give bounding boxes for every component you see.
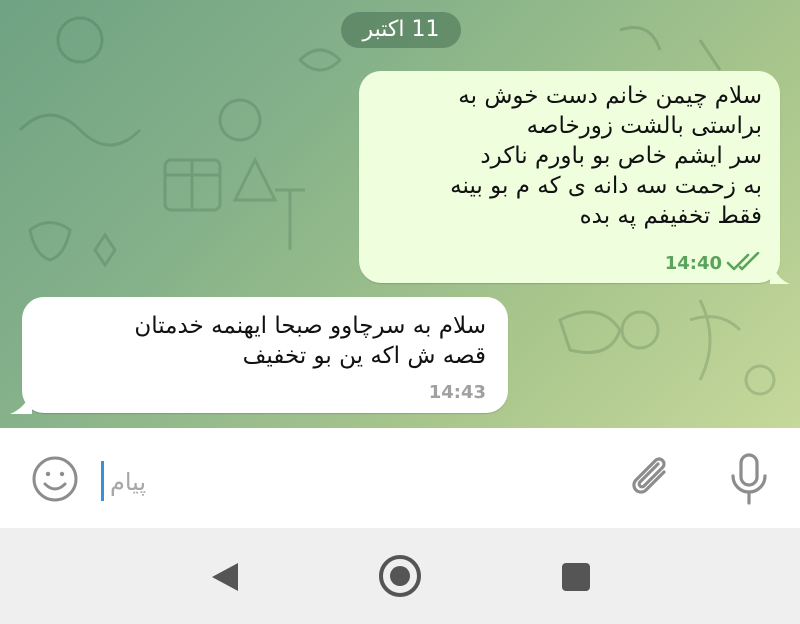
incoming-bubble-tail — [10, 390, 32, 414]
recent-square-icon[interactable] — [561, 562, 591, 592]
outgoing-bubble-tail — [770, 258, 790, 284]
smiley-icon[interactable] — [30, 454, 80, 504]
incoming-message[interactable]: سلام به سرچاوو صبحا ایهنمه خدمتان قصه ش … — [22, 297, 508, 413]
message-text: سلام به سرچاوو صبحا ایهنمه خدمتان قصه ش … — [134, 313, 486, 369]
message-time: 14:40 — [664, 253, 722, 274]
message-text: سلام چیمن خانم دست خوش به براستی بالشت ز… — [450, 83, 762, 229]
chat-background: 11 اکتبر سلام چیمن خانم دست خوش به براست… — [0, 0, 800, 428]
microphone-icon[interactable] — [726, 452, 772, 508]
double-check-icon — [726, 252, 760, 271]
date-separator: 11 اکتبر — [341, 12, 461, 48]
home-circle-icon[interactable] — [377, 553, 423, 599]
paperclip-icon[interactable] — [628, 452, 678, 506]
outgoing-message[interactable]: سلام چیمن خانم دست خوش به براستی بالشت ز… — [359, 71, 780, 283]
back-triangle-icon[interactable] — [208, 560, 240, 594]
message-time: 14:43 — [428, 382, 486, 403]
text-cursor — [101, 461, 104, 501]
message-input[interactable] — [108, 458, 542, 506]
